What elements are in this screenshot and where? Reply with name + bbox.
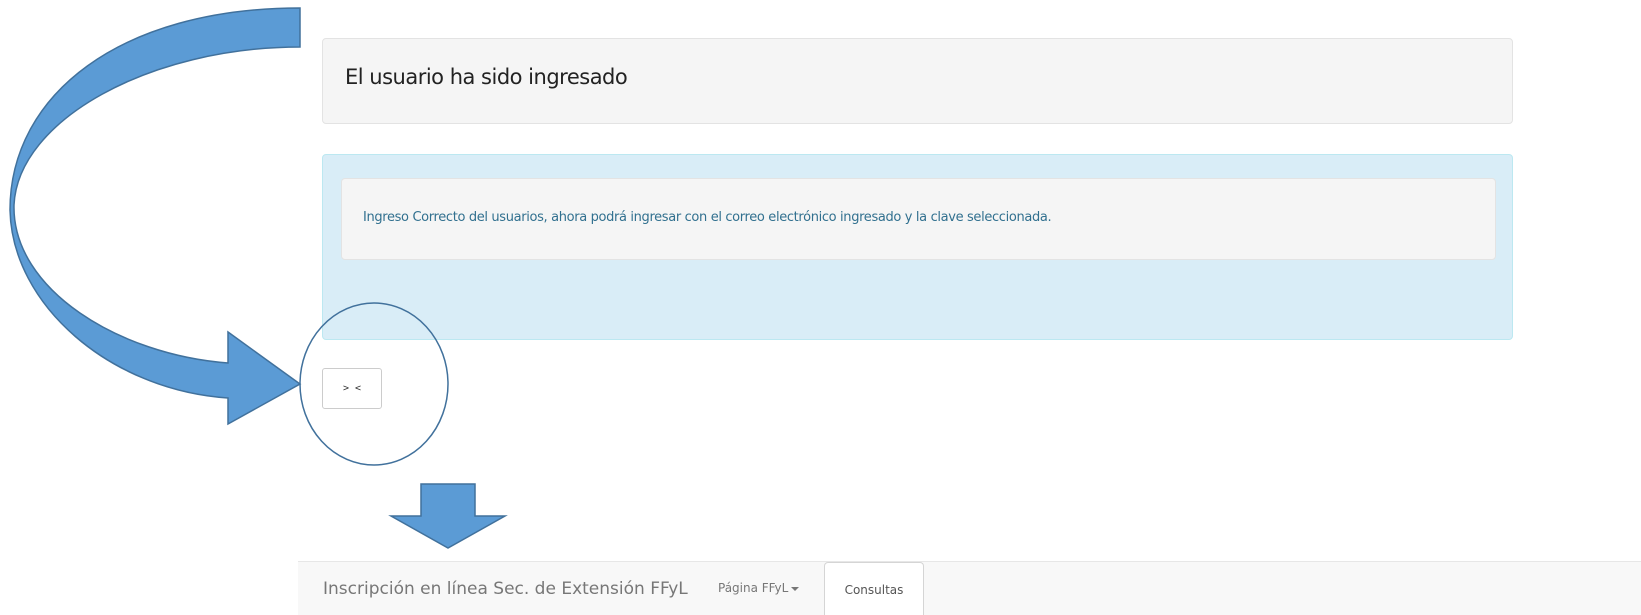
pagina-ffyl-dropdown[interactable]: Página FFyL [718, 581, 800, 595]
message-well: Ingreso Correcto del usuarios, ahora pod… [341, 178, 1496, 260]
toggle-button[interactable]: > < [322, 368, 382, 409]
bottom-navbar: Inscripción en línea Sec. de Extensión F… [298, 561, 1641, 615]
dropdown-label: Página FFyL [718, 581, 789, 595]
navbar-brand[interactable]: Inscripción en línea Sec. de Extensión F… [323, 579, 688, 599]
consultas-tab[interactable]: Consultas [824, 562, 924, 615]
page-title: El usuario ha sido ingresado [345, 65, 628, 89]
success-message: Ingreso Correcto del usuarios, ahora pod… [363, 210, 1052, 225]
info-alert: Ingreso Correcto del usuarios, ahora pod… [322, 154, 1513, 340]
caret-down-icon [791, 586, 800, 591]
page: El usuario ha sido ingresado Ingreso Cor… [0, 0, 1641, 615]
curved-arrow-icon [9, 7, 302, 426]
down-arrow-icon [388, 483, 508, 549]
title-panel: El usuario ha sido ingresado [322, 38, 1513, 124]
